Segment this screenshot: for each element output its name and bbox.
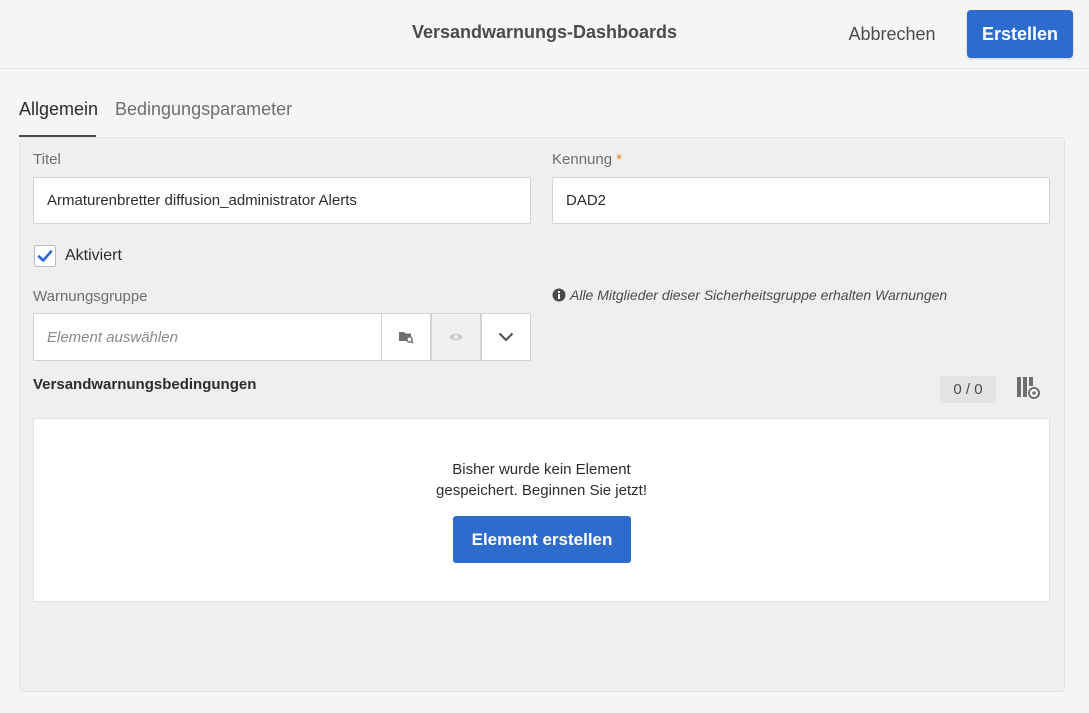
create-element-button[interactable]: Element erstellen [453, 516, 631, 563]
title-input[interactable]: Armaturenbretter diffusion_administrator… [33, 177, 531, 224]
conditions-counter: 0 / 0 [940, 376, 996, 403]
group-note-text: Alle Mitglieder dieser Sicherheitsgruppe… [570, 287, 948, 303]
cancel-button[interactable]: Abbrechen [840, 14, 944, 54]
group-dropdown-button[interactable] [481, 313, 531, 361]
conditions-empty-card: Bisher wurde kein Element gespeichert. B… [33, 418, 1050, 602]
conditions-title: Versandwarnungsbedingungen [33, 376, 257, 393]
checkmark-icon [37, 250, 53, 262]
title-label: Titel [33, 151, 61, 168]
id-label: Kennung * [552, 151, 622, 168]
preview-button [431, 313, 481, 361]
folder-search-icon [399, 332, 414, 344]
empty-message-line1: Bisher wurde kein Element [452, 461, 631, 478]
tab-allgemein[interactable]: Allgemein [19, 99, 98, 137]
tab-bedingungsparameter[interactable]: Bedingungsparameter [115, 99, 292, 137]
empty-message: Bisher wurde kein Element gespeichert. B… [34, 459, 1049, 501]
header-bar: Versandwarnungs-Dashboards Abbrechen Ers… [0, 0, 1089, 69]
columns-settings-button[interactable] [1016, 376, 1042, 402]
group-label: Warnungsgruppe [33, 288, 148, 305]
active-checkbox[interactable] [34, 245, 56, 267]
folder-picker-button[interactable] [381, 313, 431, 361]
empty-message-line2: gespeichert. Beginnen Sie jetzt! [436, 482, 647, 499]
required-marker: * [616, 151, 622, 168]
id-label-text: Kennung [552, 151, 613, 168]
columns-settings-icon [1017, 377, 1040, 399]
group-note: Alle Mitglieder dieser Sicherheitsgruppe… [552, 287, 947, 303]
id-input[interactable]: DAD2 [552, 177, 1050, 224]
eye-icon [449, 333, 463, 341]
create-button[interactable]: Erstellen [967, 10, 1073, 58]
info-icon [552, 288, 566, 302]
group-select-input[interactable]: Element auswählen [33, 313, 382, 361]
chevron-down-icon [498, 332, 514, 342]
active-label: Aktiviert [65, 247, 122, 264]
